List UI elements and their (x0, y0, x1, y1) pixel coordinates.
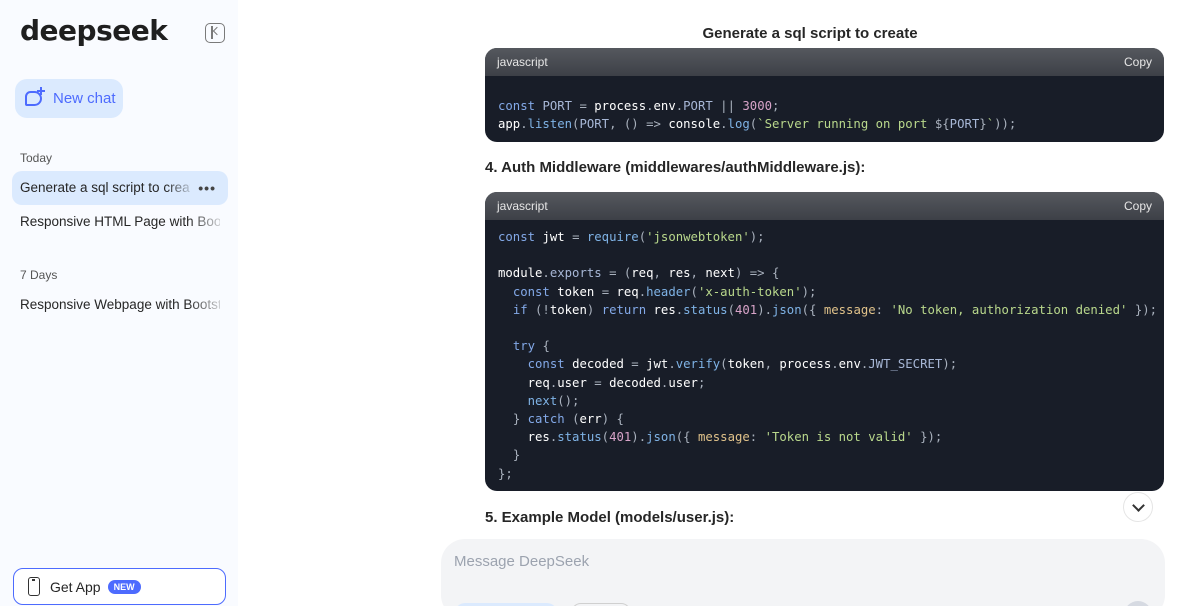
new-chat-label: New chat (53, 90, 116, 107)
section-label-today: Today (20, 151, 53, 165)
new-chat-icon (24, 86, 46, 110)
code-block-header: javascript Copy (485, 48, 1164, 76)
history-item[interactable]: Responsive HTML Page with Bootstr (12, 205, 228, 239)
new-badge: NEW (107, 579, 141, 594)
code-block: javascript Copy const jwt = require('jso… (485, 192, 1164, 491)
section-label-7-days: 7 Days (20, 268, 58, 282)
code-language-label: javascript (497, 199, 548, 213)
code-content: const jwt = require('jsonwebtoken'); mod… (498, 230, 1158, 481)
code-language-label: javascript (497, 55, 548, 69)
sidebar: deepseek New chat Today Generate a sql s… (0, 0, 238, 606)
phone-icon (28, 577, 40, 596)
section-heading: 5. Example Model (models/user.js): (485, 509, 735, 526)
copy-button[interactable]: Copy (1124, 199, 1152, 213)
scroll-to-bottom-button[interactable] (1123, 492, 1153, 522)
chat-title: Generate a sql script to create (702, 25, 918, 42)
code-content: const PORT = process.env.PORT || 3000; a… (498, 99, 1017, 132)
send-button[interactable] (1124, 601, 1152, 606)
code-block: javascript Copy const PORT = process.env… (485, 48, 1164, 142)
chevron-down-icon (1132, 499, 1145, 512)
message-input-box (441, 539, 1165, 606)
history-item-active[interactable]: Generate a sql script to create ••• (12, 171, 228, 205)
collapse-sidebar-icon[interactable] (205, 23, 225, 43)
more-options-icon[interactable]: ••• (198, 171, 216, 205)
new-chat-button[interactable]: New chat (15, 79, 123, 118)
get-app-button[interactable]: Get App NEW (13, 568, 226, 605)
history-item-label: Generate a sql script to create (20, 180, 190, 195)
message-input[interactable] (454, 553, 1144, 577)
code-block-header: javascript Copy (485, 192, 1164, 220)
section-heading: 4. Auth Middleware (middlewares/authMidd… (485, 159, 866, 176)
deepseek-logo: deepseek (20, 14, 168, 47)
copy-button[interactable]: Copy (1124, 55, 1152, 69)
get-app-label: Get App (50, 578, 101, 595)
history-item[interactable]: Responsive Webpage with Bootstrap (12, 288, 228, 322)
